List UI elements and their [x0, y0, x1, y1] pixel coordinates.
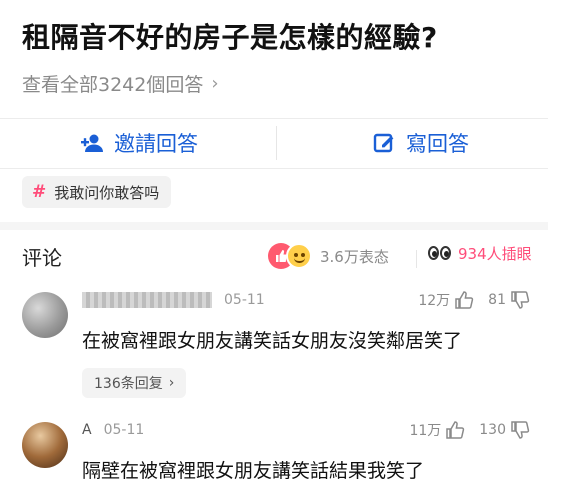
comment-meta: A 05-11 — [82, 422, 144, 438]
view-replies-button[interactable]: 136条回复 › — [82, 368, 187, 398]
thumbs-down-icon — [511, 291, 530, 309]
topic-label: 我敢问你敢答吗 — [54, 183, 160, 202]
like-count: 11万 — [409, 423, 442, 439]
comment-item: 05-11 12万 81 在被窩裡跟女朋友講笑話女朋友沒笑鄰居笑了 136条回复… — [0, 284, 548, 406]
dislike-button[interactable]: 130 — [479, 420, 530, 440]
write-answer-button[interactable]: 寫回答 — [372, 118, 469, 168]
dislike-button[interactable]: 81 — [488, 290, 530, 310]
stat-divider — [416, 250, 417, 268]
edit-icon — [372, 131, 396, 155]
question-block: 租隔音不好的房子是怎樣的經驗? 查看全部3242個回答 › — [0, 0, 563, 118]
invite-answer-button[interactable]: 邀請回答 — [80, 118, 198, 168]
username-blurred[interactable] — [82, 292, 212, 308]
chevron-right-icon: › — [211, 73, 219, 94]
answer-actions-bar: 邀請回答 寫回答 — [0, 118, 548, 168]
chevron-right-icon: › — [168, 375, 175, 391]
dislike-count: 81 — [488, 292, 506, 308]
like-button[interactable]: 11万 — [409, 420, 465, 440]
reactions-count: 3.6万表态 — [320, 247, 389, 266]
comment-text: 隔壁在被窩裡跟女朋友講笑話結果我笑了 — [82, 460, 425, 482]
topic-tag[interactable]: # 我敢问你敢答吗 — [22, 176, 172, 208]
thumbs-up-icon — [446, 421, 465, 439]
username[interactable]: A — [82, 422, 92, 438]
comment-item: A 05-11 11万 130 隔壁在被窩裡跟女朋友講笑話結果我笑了 — [0, 414, 548, 500]
divider — [0, 168, 548, 169]
comment-date: 05-11 — [224, 292, 265, 308]
view-all-answers-link[interactable]: 查看全部3242個回答 › — [22, 70, 219, 97]
comment-date: 05-11 — [103, 422, 145, 438]
comments-title: 评论 — [22, 246, 62, 270]
avatar[interactable] — [22, 292, 68, 338]
replies-count: 136条回复 — [94, 376, 163, 392]
eyes-icon — [428, 245, 452, 262]
thumbs-up-icon — [455, 291, 474, 309]
comment-text: 在被窩裡跟女朋友講笑話女朋友沒笑鄰居笑了 — [82, 330, 463, 352]
comment-actions: 12万 81 — [418, 290, 530, 310]
comments-header: 评论 3.6万表态 934人插眼 — [0, 236, 548, 276]
reaction-icons — [268, 243, 312, 269]
thumbs-down-icon — [511, 421, 530, 439]
smile-reaction-icon — [286, 243, 312, 269]
dislike-count: 130 — [479, 422, 506, 438]
hashtag-icon: # — [32, 182, 47, 202]
question-title: 租隔音不好的房子是怎樣的經驗? — [22, 21, 438, 54]
comment-actions: 11万 130 — [409, 420, 530, 440]
section-separator — [0, 222, 548, 230]
view-all-label: 查看全部3242個回答 — [22, 74, 204, 96]
comment-meta: 05-11 — [82, 292, 265, 308]
watch-count: 934人插眼 — [458, 245, 532, 263]
invite-answer-label: 邀請回答 — [114, 132, 198, 156]
like-count: 12万 — [418, 293, 451, 309]
avatar[interactable] — [22, 422, 68, 468]
reactions-summary[interactable]: 3.6万表态 — [268, 243, 389, 269]
actions-divider — [276, 126, 277, 160]
add-user-icon — [80, 131, 104, 155]
like-button[interactable]: 12万 — [418, 290, 474, 310]
write-answer-label: 寫回答 — [406, 132, 469, 156]
watch-summary[interactable]: 934人插眼 — [428, 243, 532, 264]
